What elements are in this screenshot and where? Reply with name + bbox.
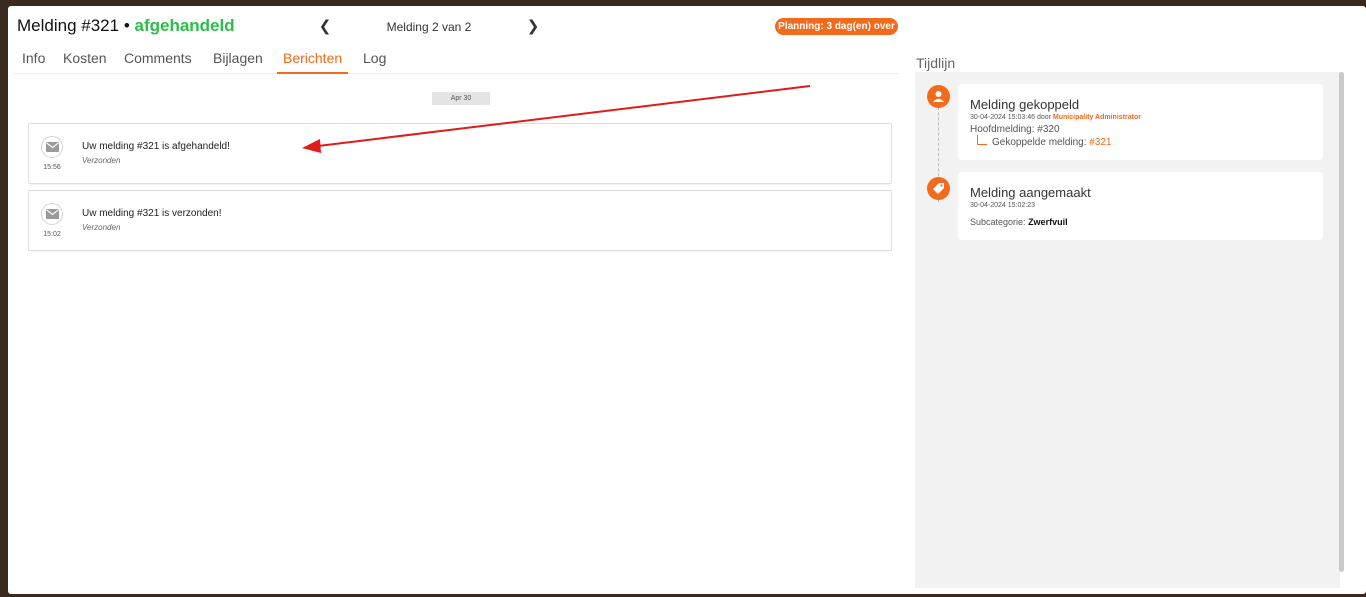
subcategory-value: Zwerfvuil	[1028, 217, 1068, 227]
timeline-event-title: Melding aangemaakt	[970, 185, 1091, 200]
tab-bijlagen[interactable]: Bijlagen	[207, 48, 269, 74]
status-label: afgehandeld	[134, 16, 235, 35]
message-text: Uw melding #321 is verzonden!	[82, 208, 222, 219]
message-status: Verzonden	[82, 223, 121, 232]
linked-melding-label: Gekoppelde melding:	[992, 137, 1087, 148]
tab-comments[interactable]: Comments	[118, 48, 198, 74]
melding-modal: Melding #321 • afgehandeld ❮ Melding 2 v…	[8, 6, 1366, 594]
timeline-scrollbar[interactable]	[1339, 72, 1344, 572]
tag-icon	[927, 177, 950, 200]
branch-connector	[977, 135, 987, 145]
chevron-left-icon[interactable]: ❮	[317, 18, 333, 34]
message-time: 15:56	[43, 164, 61, 171]
planning-badge: Planning: 3 dag(en) over	[775, 18, 898, 35]
message-text: Uw melding #321 is afgehandeld!	[82, 141, 230, 152]
tab-bar: Info Kosten Comments Bijlagen Berichten …	[14, 46, 899, 74]
envelope-icon	[41, 203, 63, 225]
subcategory-label: Subcategorie:	[970, 217, 1026, 227]
linked-melding-link[interactable]: #321	[1089, 137, 1111, 148]
tab-berichten[interactable]: Berichten	[277, 48, 349, 74]
main-melding-label: Hoofdmelding: #320	[970, 124, 1060, 135]
date-separator: Apr 30	[432, 92, 490, 105]
message-item[interactable]: 15:02 Uw melding #321 is verzonden! Verz…	[28, 190, 892, 251]
title-separator: •	[123, 16, 130, 35]
melding-counter: Melding 2 van 2	[386, 20, 472, 34]
message-item[interactable]: 15:56 Uw melding #321 is afgehandeld! Ve…	[28, 123, 892, 184]
timeline-event-author[interactable]: Municipality Administrator	[1053, 114, 1141, 121]
timeline-event-title: Melding gekoppeld	[970, 97, 1080, 112]
tab-log[interactable]: Log	[357, 48, 392, 74]
subcategory: Subcategorie: Zwerfvuil	[970, 217, 1068, 227]
message-time: 15:02	[43, 231, 61, 238]
chevron-right-icon[interactable]: ❯	[525, 18, 541, 34]
timeline-event-timestamp: 30-04-2024 15:03:46 door	[970, 114, 1051, 121]
message-status: Verzonden	[82, 156, 121, 165]
timeline-title: Tijdlijn	[916, 55, 956, 71]
tab-kosten[interactable]: Kosten	[57, 48, 113, 74]
envelope-icon	[41, 136, 63, 158]
page-title: Melding #321 • afgehandeld	[17, 16, 235, 36]
timeline-panel: Melding gekoppeld 30-04-2024 15:03:46 do…	[915, 72, 1340, 588]
timeline-card-created: Melding aangemaakt 30-04-2024 15:02:23 S…	[958, 172, 1323, 240]
melding-number: Melding #321	[17, 16, 120, 35]
timeline-event-timestamp: 30-04-2024 15:02:23	[970, 202, 1035, 209]
tab-info[interactable]: Info	[16, 48, 51, 74]
user-link-icon	[927, 85, 950, 108]
timeline-event-meta: 30-04-2024 15:03:46 door Municipality Ad…	[970, 114, 1141, 121]
timeline-card-linked: Melding gekoppeld 30-04-2024 15:03:46 do…	[958, 84, 1323, 160]
linked-melding: Gekoppelde melding: #321	[992, 137, 1112, 148]
